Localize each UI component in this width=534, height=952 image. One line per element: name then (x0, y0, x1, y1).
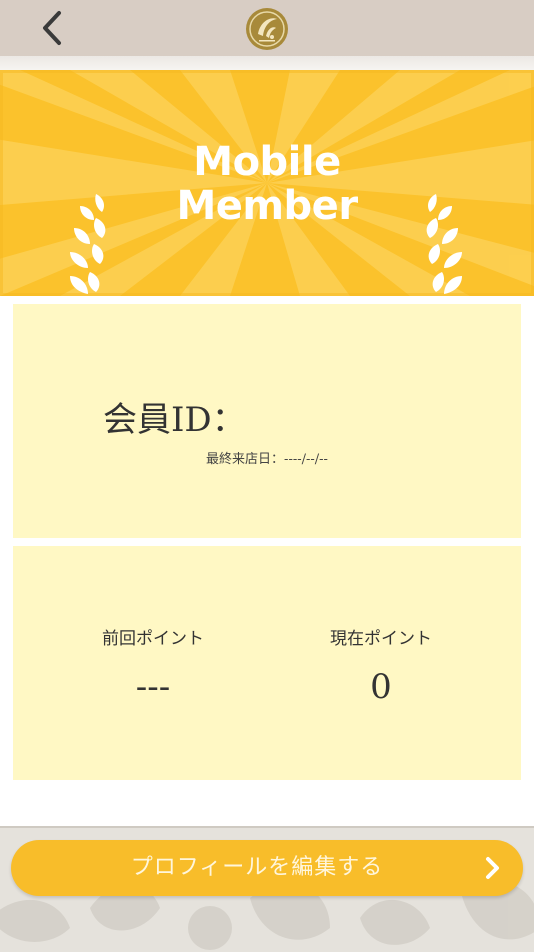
edit-profile-button[interactable]: プロフィールを編集する (11, 840, 523, 896)
banner-title-line2: Member (176, 183, 358, 229)
banner-title-line1: Mobile (193, 139, 341, 185)
banner-title: Mobile Member (0, 140, 534, 228)
current-points-label: 現在ポイント (330, 629, 432, 649)
points-card: 前回ポイント --- 現在ポイント 0 (13, 546, 521, 780)
top-navigation-bar (0, 0, 534, 57)
member-id-card: 会員ID： 最終来店日：----/--/-- (13, 304, 521, 538)
edit-profile-label: プロフィールを編集する (130, 855, 384, 880)
previous-points: 前回ポイント --- (53, 624, 253, 707)
previous-points-value: --- (135, 667, 171, 707)
previous-points-label: 前回ポイント (102, 629, 204, 649)
current-points-value: 0 (370, 667, 392, 707)
member-id-label: 会員ID： (103, 400, 246, 440)
current-points: 現在ポイント 0 (281, 624, 481, 707)
shop-logo-icon (246, 8, 288, 50)
last-visit-date: 最終来店日：----/--/-- (206, 452, 328, 467)
chevron-left-icon (43, 11, 61, 45)
header-divider (0, 56, 534, 70)
chevron-right-icon (486, 857, 499, 879)
back-button[interactable] (30, 8, 74, 48)
mobile-member-banner: Mobile Member (0, 70, 534, 296)
